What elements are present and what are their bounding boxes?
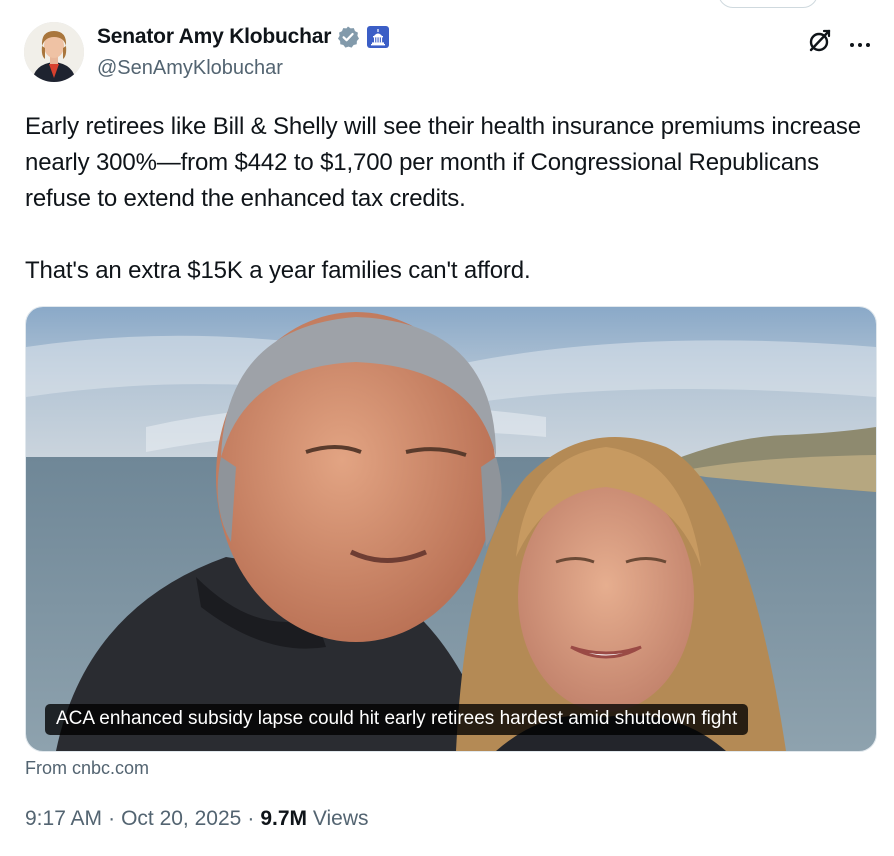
views-label: Views <box>312 807 369 830</box>
link-card[interactable]: ACA enhanced subsidy lapse could hit ear… <box>25 306 877 752</box>
author-name-row: Senator Amy Klobuchar <box>97 25 390 49</box>
top-partial-button[interactable] <box>718 0 818 8</box>
card-photo <box>26 307 876 751</box>
grok-icon[interactable] <box>807 28 833 54</box>
views[interactable]: 9.7M Views <box>260 807 368 831</box>
views-count: 9.7M <box>260 807 307 830</box>
tweet-time[interactable]: 9:17 AM <box>25 807 102 831</box>
avatar[interactable] <box>24 22 84 82</box>
more-options-icon[interactable] <box>848 36 872 47</box>
author-display-name[interactable]: Senator Amy Klobuchar <box>97 25 331 49</box>
government-badge-icon[interactable] <box>367 26 390 48</box>
tweet-text-paragraph-2: That's an extra $15K a year families can… <box>25 257 531 284</box>
meta-separator: · <box>247 807 255 830</box>
meta-separator: · <box>108 807 116 830</box>
avatar-image <box>24 22 84 82</box>
card-headline[interactable]: ACA enhanced subsidy lapse could hit ear… <box>45 704 749 735</box>
verified-badge-icon[interactable] <box>336 25 360 49</box>
tweet-header: Senator Amy Klobuchar @SenAmyKlobuchar <box>24 22 874 86</box>
author-handle[interactable]: @SenAmyKlobuchar <box>97 57 283 80</box>
tweet-date[interactable]: Oct 20, 2025 <box>121 807 241 831</box>
tweet-text-paragraph-1: Early retirees like Bill & Shelly will s… <box>25 113 868 212</box>
card-source-link[interactable]: From cnbc.com <box>25 758 149 779</box>
tweet-text: Early retirees like Bill & Shelly will s… <box>25 109 875 289</box>
tweet-meta: 9:17 AM · Oct 20, 2025 · 9.7M Views <box>25 807 368 831</box>
